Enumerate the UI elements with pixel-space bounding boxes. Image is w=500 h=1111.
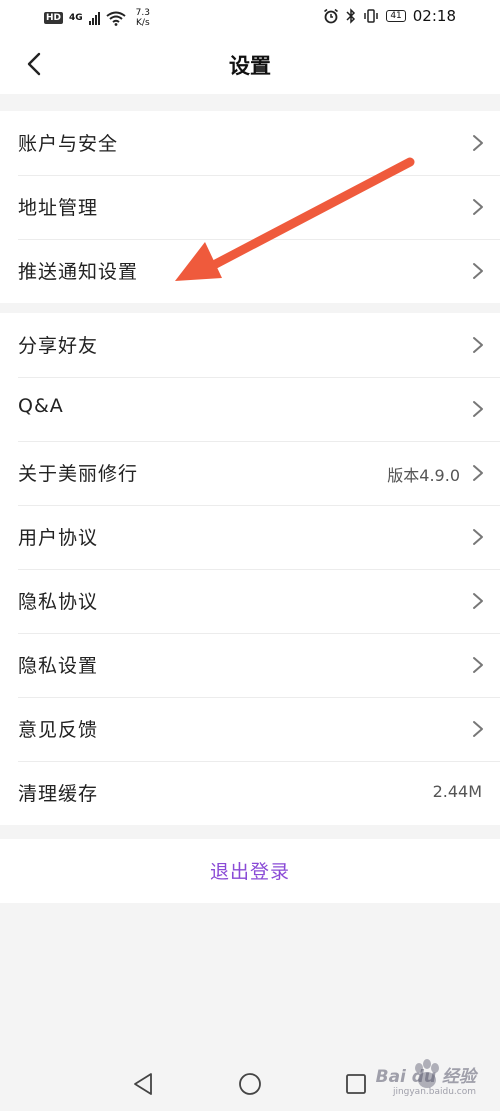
- settings-row-feedback[interactable]: 意见反馈: [0, 697, 500, 761]
- network-speed: 7.3 K/s: [136, 8, 150, 28]
- row-label: 推送通知设置: [18, 261, 139, 283]
- bluetooth-icon: [346, 8, 356, 24]
- settings-row-privacy-settings[interactable]: 隐私设置: [0, 633, 500, 697]
- wifi-icon: [106, 11, 126, 26]
- chevron-right-icon: [473, 337, 483, 353]
- logout-section: 退出登录: [0, 839, 500, 903]
- signal-icon: [88, 11, 100, 25]
- settings-row-address[interactable]: 地址管理: [0, 175, 500, 239]
- chevron-right-icon: [473, 465, 483, 481]
- nav-recent-icon[interactable]: [345, 1073, 367, 1095]
- nav-back-icon[interactable]: [132, 1072, 154, 1096]
- chevron-right-icon: [473, 401, 483, 417]
- vibrate-icon: [364, 9, 379, 23]
- row-label: Q&A: [18, 395, 64, 417]
- chevron-right-icon: [473, 263, 483, 279]
- cache-size-value: 2.44M: [432, 782, 482, 801]
- watermark-url: jingyan.baidu.com: [392, 1087, 476, 1097]
- settings-row-push-notifications[interactable]: 推送通知设置: [0, 239, 500, 303]
- speed-unit: K/s: [136, 18, 150, 28]
- row-label: 分享好友: [18, 335, 99, 357]
- settings-row-clear-cache[interactable]: 清理缓存 2.44M: [0, 761, 500, 825]
- row-label: 清理缓存: [18, 783, 99, 805]
- chevron-right-icon: [473, 721, 483, 737]
- settings-screen: HD 4G 7.3 K/s 41 02:18 设置 账户与安全 地址管理 推送通…: [0, 0, 500, 1111]
- row-label: 意见反馈: [18, 719, 99, 741]
- row-label: 账户与安全: [18, 133, 119, 155]
- watermark-brand: Bai du 经验: [375, 1067, 476, 1087]
- battery-icon: 41: [386, 10, 406, 22]
- alarm-icon: [324, 8, 339, 24]
- nav-bar: 设置: [0, 36, 500, 94]
- settings-group-account: 账户与安全 地址管理 推送通知设置: [0, 111, 500, 303]
- row-label: 隐私协议: [18, 591, 99, 613]
- chevron-right-icon: [473, 135, 483, 151]
- chevron-right-icon: [473, 657, 483, 673]
- network-type: 4G: [69, 13, 83, 23]
- settings-row-qa[interactable]: Q&A: [0, 377, 500, 441]
- chevron-right-icon: [473, 199, 483, 215]
- speed-value: 7.3: [135, 8, 150, 18]
- status-time: 02:18: [412, 7, 456, 25]
- chevron-right-icon: [473, 593, 483, 609]
- settings-row-privacy-agreement[interactable]: 隐私协议: [0, 569, 500, 633]
- settings-row-user-agreement[interactable]: 用户协议: [0, 505, 500, 569]
- row-label: 用户协议: [18, 527, 99, 549]
- logout-button[interactable]: 退出登录: [0, 857, 500, 884]
- settings-group-general: 分享好友 Q&A 关于美丽修行 版本4.9.0 用户协议 隐私协议 隐私设置 意…: [0, 313, 500, 825]
- settings-row-account-security[interactable]: 账户与安全: [0, 111, 500, 175]
- settings-row-share[interactable]: 分享好友: [0, 313, 500, 377]
- status-right: 41 02:18: [323, 7, 456, 25]
- page-title: 设置: [229, 54, 271, 78]
- hd-badge: HD: [44, 12, 64, 24]
- chevron-right-icon: [473, 529, 483, 545]
- nav-home-icon[interactable]: [238, 1072, 262, 1096]
- settings-row-about[interactable]: 关于美丽修行 版本4.9.0: [0, 441, 500, 505]
- row-label: 隐私设置: [18, 655, 99, 677]
- version-value: 版本4.9.0: [387, 466, 460, 485]
- row-label: 关于美丽修行: [18, 463, 139, 485]
- status-left: HD 4G 7.3 K/s: [44, 8, 150, 28]
- status-bar: HD 4G 7.3 K/s 41 02:18: [0, 0, 500, 36]
- row-label: 地址管理: [18, 197, 99, 219]
